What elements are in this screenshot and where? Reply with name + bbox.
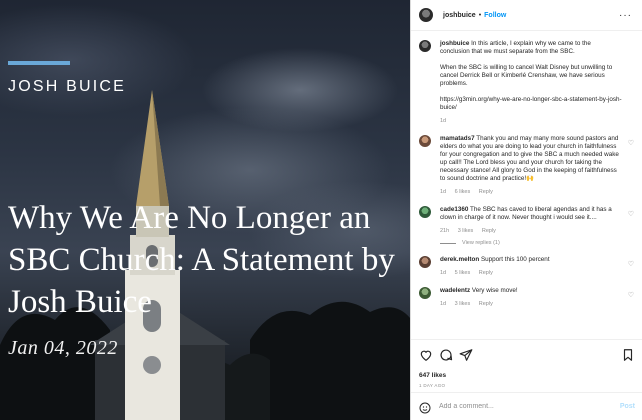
heart-icon[interactable]: ♡ — [628, 260, 634, 268]
avatar[interactable] — [419, 206, 431, 218]
bookmark-icon[interactable] — [621, 348, 635, 362]
view-replies-label[interactable]: View replies (1) — [462, 240, 500, 246]
reply-button[interactable]: Reply — [479, 301, 493, 307]
caption: joshbuice In this article, I explain why… — [419, 40, 630, 125]
comment-icon[interactable] — [439, 348, 453, 362]
post-side-panel: joshbuice • Follow ··· joshbuice In this… — [410, 0, 642, 420]
list-item: derek.melton Support this 100 percent 1d… — [419, 256, 634, 277]
comment-time: 1d — [440, 301, 447, 307]
comment-input[interactable] — [439, 403, 599, 410]
caption-text-2: When the SBC is willing to cancel Walt D… — [440, 64, 613, 87]
post-comment-button[interactable]: Post — [620, 403, 635, 410]
avatar[interactable] — [419, 40, 431, 52]
comment-likes[interactable]: 3 likes — [458, 228, 474, 234]
comment-username[interactable]: wadelentz — [440, 287, 470, 294]
list-item: wadelentz Very wise move! 1d 3 likes Rep… — [419, 287, 634, 308]
caption-link[interactable]: https://g3min.org/why-we-are-no-longer-s… — [440, 96, 622, 112]
reply-button[interactable]: Reply — [482, 228, 496, 234]
list-item: mamatads7 Thank you and may many more so… — [419, 135, 634, 196]
article-date: Jan 04, 2022 — [8, 337, 118, 359]
emoji-icon[interactable] — [419, 401, 431, 413]
list-item: cade1360 The SBC has caved to liberal ag… — [419, 206, 634, 235]
post-image: JOSH BUICE Why We Are No Longer an SBC C… — [0, 0, 410, 420]
comment-likes[interactable]: 6 likes — [455, 189, 471, 195]
avatar[interactable] — [419, 8, 433, 22]
article-author: JOSH BUICE — [8, 78, 127, 95]
comment-username[interactable]: derek.melton — [440, 256, 479, 263]
avatar[interactable] — [419, 287, 431, 299]
caption-username[interactable]: joshbuice — [440, 40, 469, 47]
post-actions: 647 likes 1 DAY AGO — [411, 339, 642, 388]
avatar[interactable] — [419, 135, 431, 147]
comment-username[interactable]: mamatads7 — [440, 135, 475, 142]
reply-button[interactable]: Reply — [479, 189, 493, 195]
caption-time: 1d — [440, 118, 447, 124]
comment-username[interactable]: cade1360 — [440, 206, 468, 213]
comment-text: Very wise move! — [471, 287, 518, 294]
comment-text: Thank you and may many more sound pastor… — [440, 135, 619, 182]
header-username[interactable]: joshbuice — [443, 12, 476, 19]
reply-button[interactable]: Reply — [479, 270, 493, 276]
heart-icon[interactable] — [419, 348, 433, 362]
comment-likes[interactable]: 3 likes — [455, 301, 471, 307]
more-horizontal-icon[interactable]: ··· — [619, 10, 632, 21]
heart-icon[interactable]: ♡ — [628, 210, 634, 218]
likes-count[interactable]: 647 likes — [419, 372, 635, 379]
post-timestamp: 1 DAY AGO — [419, 383, 446, 388]
comment-likes[interactable]: 5 likes — [455, 270, 471, 276]
article-headline: Why We Are No Longer an SBC Church: A St… — [8, 200, 395, 320]
comment-text: Support this 100 percent — [480, 256, 550, 263]
view-replies-button[interactable]: View replies (1) — [440, 240, 630, 246]
comment-time: 1d — [440, 270, 447, 276]
comments-list[interactable]: joshbuice In this article, I explain why… — [411, 31, 642, 338]
accent-bar — [8, 61, 70, 65]
follow-button[interactable]: Follow — [484, 12, 506, 19]
divider — [440, 242, 456, 244]
comment-time: 21h — [440, 228, 450, 234]
add-comment-bar: Post — [411, 392, 642, 420]
comment-time: 1d — [440, 189, 447, 195]
separator-dot: • — [478, 11, 482, 19]
heart-icon[interactable]: ♡ — [628, 139, 634, 147]
share-icon[interactable] — [459, 348, 473, 362]
heart-icon[interactable]: ♡ — [628, 291, 634, 299]
avatar[interactable] — [419, 256, 431, 268]
post-header: joshbuice • Follow ··· — [411, 0, 642, 31]
